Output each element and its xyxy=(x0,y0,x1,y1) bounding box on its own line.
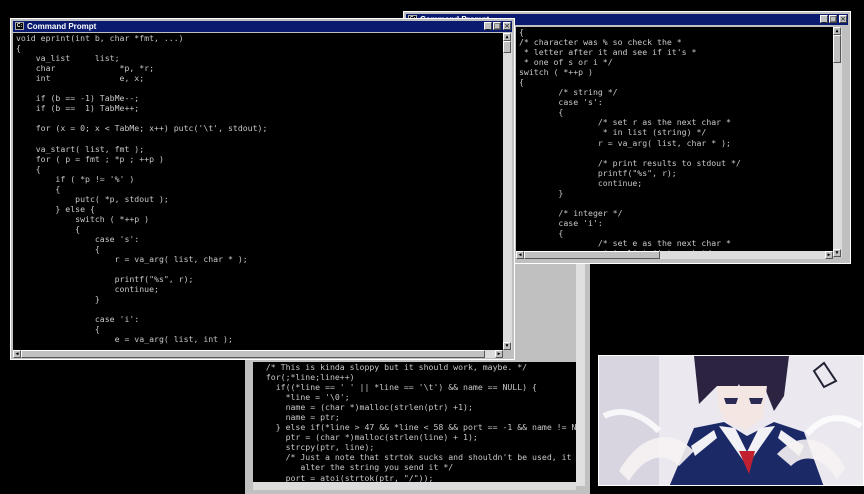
code-line: case 's': xyxy=(16,233,140,244)
code-line: { xyxy=(519,227,564,238)
horizontal-scrollbar-bottom[interactable] xyxy=(253,482,576,490)
code-line: for(;*line;line++) xyxy=(256,372,355,383)
code-line: continue; xyxy=(519,177,643,188)
code-line: { xyxy=(519,77,524,88)
code-line: strcpy(ptr, line); xyxy=(256,442,375,453)
code-line: { xyxy=(16,163,41,174)
code-line: *line = '\0'; xyxy=(256,392,350,403)
scroll-right-arrow-icon[interactable]: ▶ xyxy=(495,350,503,358)
code-line: for ( p = fmt ; *p ; ++p ) xyxy=(16,153,164,164)
scroll-left-arrow-icon[interactable]: ◀ xyxy=(13,350,21,358)
code-line: switch ( *++p ) xyxy=(519,67,593,78)
code-line: /* set e as the next char * xyxy=(519,237,731,248)
scroll-up-arrow-icon[interactable]: ▲ xyxy=(833,27,841,35)
code-line: if (b == 1) TabMe++; xyxy=(16,103,140,114)
code-line: printf("%s", r); xyxy=(519,167,677,178)
code-line: name = (char *)malloc(strlen(ptr) +1); xyxy=(256,402,473,413)
maximize-button-left[interactable]: □ xyxy=(493,22,501,30)
console-app-icon: C: xyxy=(15,22,24,30)
console-output-bottom[interactable]: /* This is kinda sloppy but it should wo… xyxy=(253,362,584,482)
code-line: { xyxy=(519,107,564,118)
console-output-left[interactable]: void eprint(int b, char *fmt, ...){ va_l… xyxy=(13,33,503,350)
code-line: switch ( *++p ) xyxy=(16,213,150,224)
code-line: /* set r as the next char * xyxy=(519,117,731,128)
code-line: } else { xyxy=(16,203,95,214)
code-line: continue; xyxy=(16,284,159,295)
code-line: r = va_arg( list, char * ); xyxy=(16,254,248,265)
code-line: } else if(*line > 47 && *line < 58 && po… xyxy=(256,422,584,433)
horizontal-scrollbar-right[interactable]: ◀ ▶ xyxy=(516,251,833,259)
window-title-left: Command Prompt xyxy=(27,22,97,31)
code-line: { xyxy=(16,183,61,194)
maximize-button-right[interactable]: □ xyxy=(829,15,837,23)
code-line: if ( *p != '%' ) xyxy=(16,173,135,184)
scroll-thumb-right[interactable] xyxy=(833,35,841,63)
anime-character-illustration xyxy=(599,356,863,485)
code-line: /* This is kinda sloppy but it should wo… xyxy=(256,362,528,372)
hscroll-thumb-right[interactable] xyxy=(524,251,660,259)
close-button-right[interactable]: × xyxy=(839,15,847,23)
code-line: /* integer */ xyxy=(519,207,623,218)
vertical-scrollbar-right[interactable]: ▲ ▼ xyxy=(833,27,842,257)
code-line: * in list (string) */ xyxy=(519,127,707,138)
code-line: /* character was % so check the * xyxy=(519,37,682,48)
code-line: case 'i': xyxy=(16,314,140,325)
console-output-right[interactable]: {/* character was % so check the * * let… xyxy=(516,27,833,257)
code-line: va_start( list, fmt ); xyxy=(16,143,145,154)
horizontal-scrollbar-left[interactable]: ◀ ▶ xyxy=(13,350,503,358)
code-line: { xyxy=(16,324,100,335)
code-line: * letter after it and see if it's * xyxy=(519,47,697,58)
code-line: case 'i': xyxy=(519,217,603,228)
close-button-left[interactable]: × xyxy=(503,22,511,30)
code-line: name = ptr; xyxy=(256,412,340,423)
code-line: e = va_arg( list, int ); xyxy=(16,334,233,345)
code-line: { xyxy=(16,223,81,234)
scroll-right-arrow-icon[interactable]: ▶ xyxy=(825,251,833,259)
code-line: putc( *p, stdout ); xyxy=(16,193,169,204)
code-line: } xyxy=(519,187,564,198)
code-line: /* string */ xyxy=(519,87,618,98)
code-line: ptr = (char *)malloc(strlen(line) + 1); xyxy=(256,432,478,443)
minimize-button-left[interactable]: _ xyxy=(484,22,492,30)
code-line: va_list list; xyxy=(16,53,120,64)
code-line: for (x = 0; x < TabMe; x++) putc('\t', s… xyxy=(16,123,268,134)
code-line: { xyxy=(16,243,100,254)
anime-character-image xyxy=(598,355,864,486)
code-line: int e, x; xyxy=(16,73,145,84)
code-line: if (b == -1) TabMe--; xyxy=(16,93,140,104)
vertical-scrollbar-left[interactable]: ▲ ▼ xyxy=(503,33,512,350)
code-line: /* print results to stdout */ xyxy=(519,157,741,168)
code-line: { xyxy=(519,27,524,37)
code-line: if((*line == ' ' || *line == '\t') && na… xyxy=(256,382,537,393)
code-line: } xyxy=(16,294,100,305)
hscroll-thumb-left[interactable] xyxy=(21,350,485,358)
scroll-down-arrow-icon[interactable]: ▼ xyxy=(503,342,511,350)
code-line: r = va_arg( list, char * ); xyxy=(519,137,731,148)
scroll-down-arrow-icon[interactable]: ▼ xyxy=(833,249,841,257)
minimize-button-right[interactable]: _ xyxy=(820,15,828,23)
code-line: * one of s or i */ xyxy=(519,57,613,68)
code-line: port = atoi(strtok(ptr, "/")); xyxy=(256,472,434,482)
code-line: case 's': xyxy=(519,97,603,108)
code-line: { xyxy=(16,43,21,54)
code-line: /* Just a note that strtok sucks and sho… xyxy=(256,452,582,463)
scroll-left-arrow-icon[interactable]: ◀ xyxy=(516,251,524,259)
console-window-left[interactable]: C: Command Prompt _ □ × void eprint(int … xyxy=(10,18,515,360)
scroll-thumb-left[interactable] xyxy=(503,41,511,53)
vertical-scrollbar-bottom[interactable] xyxy=(576,264,585,486)
code-line: void eprint(int b, char *fmt, ...) xyxy=(16,33,184,43)
title-bar-left[interactable]: C: Command Prompt xyxy=(13,21,512,32)
code-line: char *p, *r; xyxy=(16,63,155,74)
code-line: alter the string you send it */ xyxy=(256,462,454,473)
code-line: printf("%s", r); xyxy=(16,274,194,285)
scroll-up-arrow-icon[interactable]: ▲ xyxy=(503,33,511,41)
